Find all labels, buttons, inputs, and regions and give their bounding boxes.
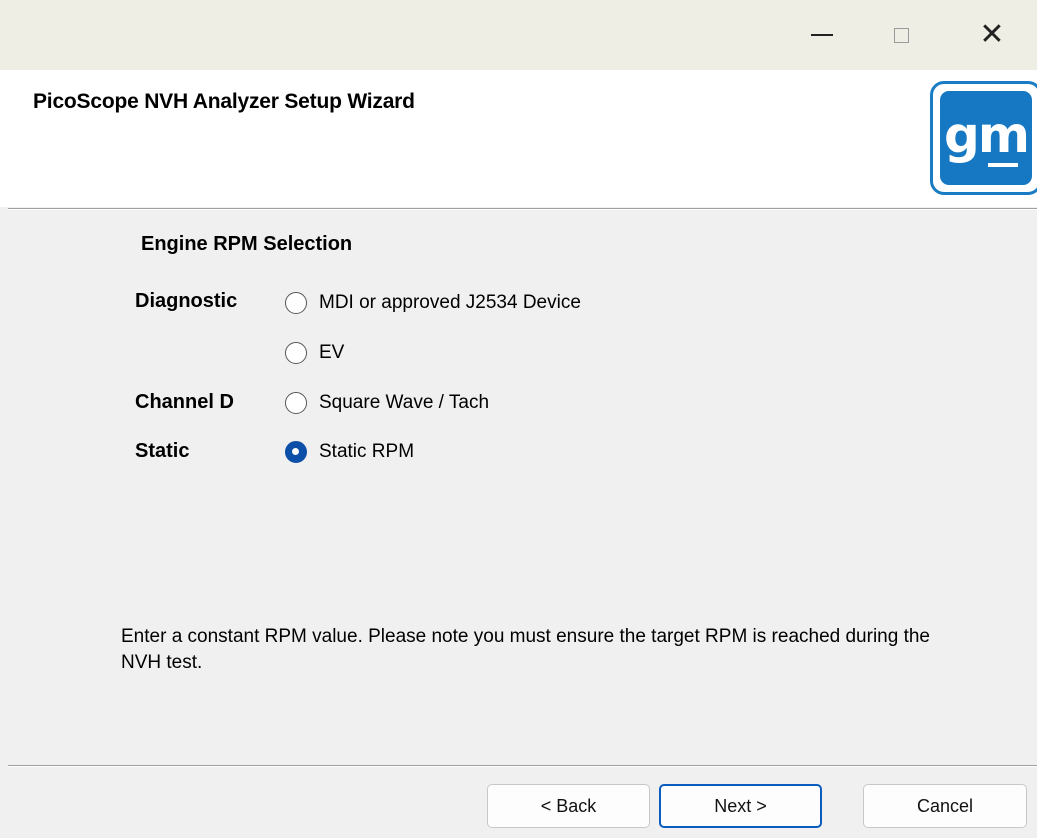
- maximize-button[interactable]: [866, 6, 936, 64]
- gm-logo-underline: [988, 163, 1018, 167]
- radio-label: MDI or approved J2534 Device: [319, 292, 581, 313]
- radio-square-wave-tach[interactable]: Square Wave / Tach: [285, 388, 489, 418]
- radio-button[interactable]: [285, 392, 307, 414]
- group-label-diagnostic: Diagnostic: [135, 290, 238, 312]
- header-divider: [8, 208, 1037, 210]
- wizard-header: PicoScope NVH Analyzer Setup Wizard gm: [0, 70, 1037, 207]
- window-title-bar: ✕: [0, 0, 1037, 70]
- radio-static-rpm[interactable]: Static RPM: [285, 437, 414, 467]
- back-button[interactable]: < Back: [487, 784, 650, 828]
- close-button[interactable]: ✕: [957, 6, 1027, 64]
- section-title: Engine RPM Selection: [141, 233, 353, 255]
- gm-logo-badge: gm: [940, 91, 1032, 185]
- radio-label: EV: [319, 342, 345, 363]
- gm-logo-text: gm: [944, 106, 1030, 164]
- radio-button[interactable]: [285, 292, 307, 314]
- instruction-note: Enter a constant RPM value. Please note …: [121, 626, 930, 673]
- radio-button[interactable]: [285, 342, 307, 364]
- radio-ev[interactable]: EV: [285, 338, 344, 368]
- group-label-channel-d: Channel D: [135, 391, 234, 413]
- close-icon: ✕: [979, 17, 1005, 52]
- maximize-icon: [893, 27, 909, 43]
- next-button[interactable]: Next >: [659, 784, 822, 828]
- radio-label: Static RPM: [319, 441, 415, 462]
- cancel-button[interactable]: Cancel: [863, 784, 1027, 828]
- group-label-static: Static: [135, 440, 190, 462]
- wizard-title: PicoScope NVH Analyzer Setup Wizard: [33, 90, 415, 113]
- radio-label: Square Wave / Tach: [319, 392, 490, 413]
- minimize-icon: [811, 34, 833, 36]
- gm-logo: gm: [930, 81, 1037, 195]
- footer-divider: [8, 765, 1037, 767]
- radio-button-selected[interactable]: [285, 441, 307, 463]
- minimize-button[interactable]: [787, 6, 857, 64]
- radio-mdi-j2534[interactable]: MDI or approved J2534 Device: [285, 288, 581, 318]
